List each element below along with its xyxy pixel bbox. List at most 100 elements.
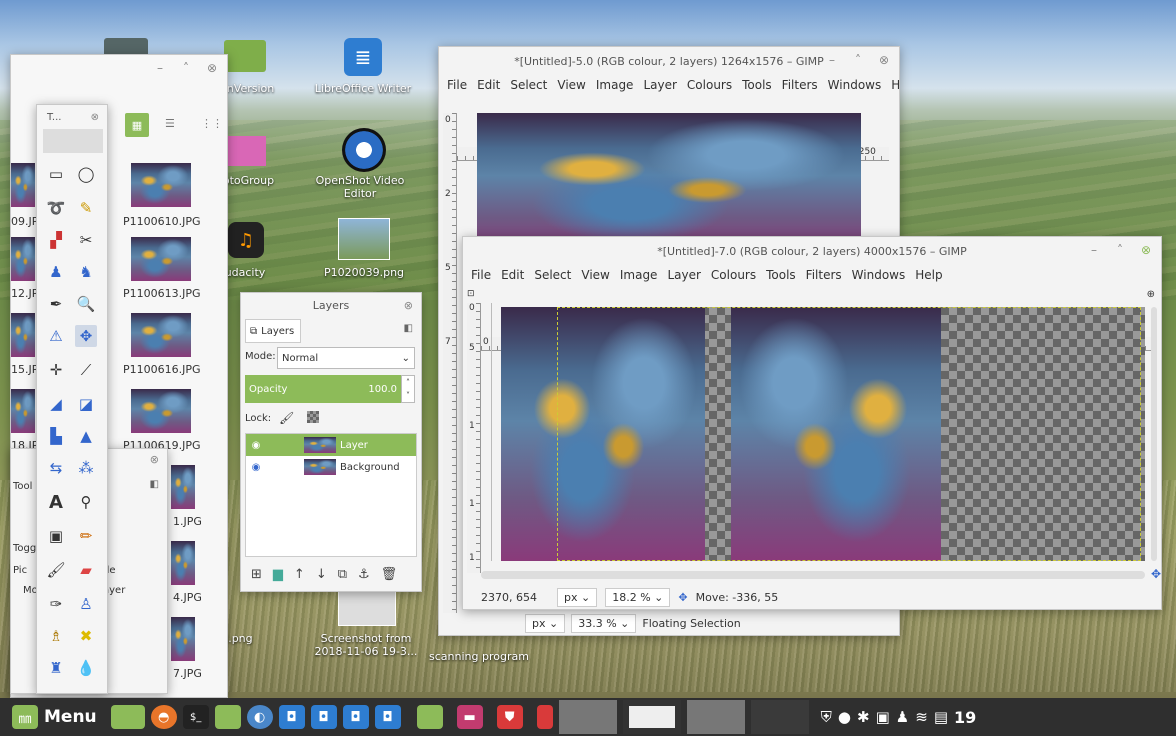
quick-mask-toggle[interactable]: ⊡ — [467, 289, 475, 299]
measure-tool-icon[interactable]: ⚠ — [45, 325, 67, 347]
openshot-icon[interactable] — [342, 128, 386, 172]
text-tool-icon[interactable]: A — [45, 491, 67, 513]
image-viewer-button[interactable]: ◘ — [310, 702, 337, 732]
audacity-icon[interactable]: ♫ — [228, 222, 264, 258]
pencil-tool-icon[interactable]: ✏ — [75, 525, 97, 547]
clock[interactable]: 19 — [954, 708, 976, 727]
file-label[interactable]: 1.JPG — [173, 515, 202, 528]
wifi-icon[interactable]: ≋ — [915, 708, 928, 726]
update-icon[interactable]: ● — [838, 708, 851, 726]
ink-tool-icon[interactable]: ♙ — [75, 593, 97, 615]
rect-select-tool-icon[interactable]: ▭ — [45, 163, 67, 185]
desktop-icon-label[interactable]: LibreOffice Writer — [313, 82, 413, 95]
p1020039-thumbnail[interactable] — [338, 218, 390, 260]
zoom-navigate-icon[interactable]: ⊕ — [1147, 289, 1155, 300]
file-thumbnail[interactable] — [11, 313, 35, 357]
align-tool-icon[interactable]: ✛ — [45, 359, 67, 381]
firefox-button[interactable]: ◓ — [150, 702, 177, 732]
eye-icon[interactable]: ◉ — [246, 440, 266, 451]
color-picker-tool-icon[interactable]: ✒ — [45, 293, 67, 315]
menu-layer[interactable]: Layer — [643, 78, 676, 92]
desktop-icon-label[interactable]: scanning program — [424, 650, 534, 663]
zoom-select[interactable]: 18.2 % ⌄ — [605, 587, 671, 607]
file-label[interactable]: P1100616.JPG — [123, 363, 201, 376]
file-thumbnail[interactable] — [11, 237, 35, 281]
screenshot-thumbnail[interactable] — [338, 586, 396, 626]
battery-icon[interactable]: ▤ — [934, 708, 948, 726]
menu-layer[interactable]: Layer — [667, 268, 700, 282]
shield-icon[interactable]: ⛨ — [821, 708, 832, 726]
vertical-ruler[interactable]: 0 2 5 7 — [443, 113, 457, 613]
scissors-tool-icon[interactable]: ✂ — [75, 229, 97, 251]
compact-view-button[interactable]: ⋮⋮ — [201, 117, 223, 130]
minimize-icon[interactable]: – — [153, 61, 167, 75]
bluetooth-icon[interactable]: ✱ — [857, 708, 870, 726]
file-thumbnail[interactable] — [11, 163, 35, 207]
layer-row[interactable]: ◉ Layer — [246, 434, 416, 456]
menu-help[interactable]: Help — [891, 78, 899, 92]
menu-button[interactable]: ㎜ Menu — [12, 702, 97, 732]
delete-layer-icon[interactable]: 🗑 — [381, 567, 398, 582]
menu-tools[interactable]: Tools — [766, 268, 796, 282]
opacity-slider[interactable]: Opacity 100.0 — [245, 375, 401, 403]
horizontal-scrollbar[interactable] — [481, 571, 1145, 579]
airbrush-tool-icon[interactable]: ✑ — [45, 593, 67, 615]
paintbrush-tool-icon[interactable]: 🖌 — [45, 559, 67, 581]
dock-menu-icon[interactable]: ◧ — [404, 323, 413, 334]
file-label[interactable]: P1100610.JPG — [123, 215, 201, 228]
new-layer-group-icon[interactable]: ⊞ — [251, 567, 262, 582]
close-icon[interactable]: ⊗ — [91, 112, 99, 123]
minimize-icon[interactable]: – — [1087, 243, 1101, 257]
vertical-scrollbar[interactable] — [1151, 307, 1157, 561]
unit-select[interactable]: px ⌄ — [557, 587, 598, 607]
close-icon[interactable]: ⊗ — [150, 453, 159, 466]
raise-layer-icon[interactable]: ↑ — [294, 567, 305, 582]
menu-colours[interactable]: Colours — [711, 268, 756, 282]
menu-filters[interactable]: Filters — [806, 268, 842, 282]
desktop-icon-label[interactable]: P1020039.png — [314, 266, 414, 279]
menu-select[interactable]: Select — [510, 78, 547, 92]
file-thumbnail[interactable] — [131, 237, 191, 281]
terminal-button[interactable]: $_ — [182, 702, 209, 732]
dock-menu-icon[interactable]: ◧ — [150, 479, 159, 490]
menu-help[interactable]: Help — [915, 268, 942, 282]
rotate-tool-icon[interactable]: ◢ — [45, 393, 67, 415]
zoom-select[interactable]: 33.3 % ⌄ — [571, 613, 637, 633]
lock-alpha-icon[interactable] — [307, 411, 319, 423]
menu-image[interactable]: Image — [596, 78, 634, 92]
image-canvas-back[interactable] — [477, 113, 861, 253]
menu-tools[interactable]: Tools — [742, 78, 772, 92]
app-button[interactable] — [536, 702, 553, 732]
image-viewer-button[interactable]: ◘ — [342, 702, 369, 732]
vertical-ruler[interactable]: 0 5 1 1 1 — [467, 303, 481, 573]
foreground-select-tool-icon[interactable]: ♟ — [45, 261, 67, 283]
lock-pixels-icon[interactable]: 🖌 — [279, 411, 294, 425]
desktop-icon-label[interactable]: OpenShot Video Editor — [305, 174, 415, 200]
perspective-tool-icon[interactable]: ▲ — [75, 425, 97, 447]
scale-tool-icon[interactable]: ◪ — [75, 393, 97, 415]
eye-icon[interactable]: ◉ — [246, 462, 266, 473]
window-preview[interactable] — [558, 700, 617, 734]
files-button[interactable] — [214, 702, 241, 732]
clipboard-icon[interactable]: ▣ — [876, 708, 890, 726]
menu-edit[interactable]: Edit — [477, 78, 500, 92]
show-desktop-button[interactable] — [110, 702, 145, 732]
list-view-button[interactable]: ☰ — [165, 117, 175, 130]
file-thumbnail[interactable] — [131, 389, 191, 433]
file-thumbnail[interactable] — [171, 541, 195, 585]
crop-tool-icon[interactable]: ⟋ — [75, 359, 97, 381]
file-thumbnail[interactable] — [11, 389, 35, 433]
menu-view[interactable]: View — [557, 78, 585, 92]
desktop-photogroup-icon[interactable] — [226, 136, 266, 166]
file-label[interactable]: P1100613.JPG — [123, 287, 201, 300]
close-icon[interactable]: ⊗ — [877, 53, 891, 67]
menu-select[interactable]: Select — [534, 268, 571, 282]
lower-layer-icon[interactable]: ↓ — [316, 567, 327, 582]
menu-image[interactable]: Image — [620, 268, 658, 282]
window-preview[interactable] — [686, 700, 745, 734]
move-tool-icon[interactable]: ✥ — [75, 325, 97, 347]
file-thumbnail[interactable] — [171, 465, 195, 509]
bucket-fill-tool-icon[interactable]: ⚲ — [75, 491, 97, 513]
file-thumbnail[interactable] — [131, 163, 191, 207]
desktop-folder-icon[interactable] — [224, 40, 266, 72]
